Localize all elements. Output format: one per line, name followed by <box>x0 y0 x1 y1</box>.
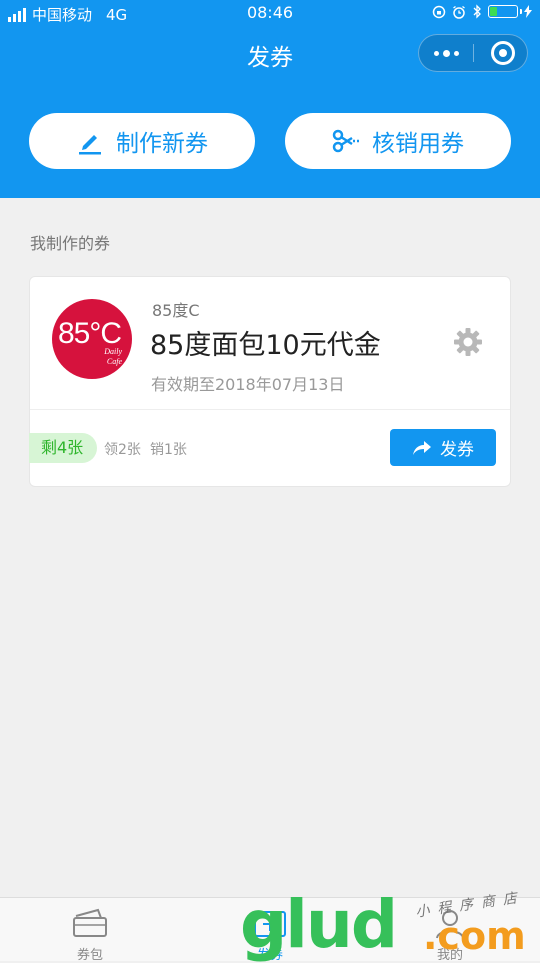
create-coupon-button[interactable]: 制作新券 <box>29 113 255 169</box>
status-bar: 中国移动 4G 08:46 <box>0 0 540 28</box>
capsule-divider <box>473 44 474 62</box>
scissors-icon <box>332 129 359 153</box>
charging-icon <box>524 5 532 18</box>
pencil-icon <box>79 135 101 155</box>
claimed-count: 领2张 <box>104 442 141 458</box>
verify-coupon-label: 核销用券 <box>372 131 464 157</box>
logo-subtext-daily: Daily <box>104 347 122 356</box>
gear-icon[interactable] <box>453 327 483 357</box>
tab-label: 我的 <box>436 948 463 963</box>
logo-subtext-cafe: Cafe <box>106 357 122 366</box>
logo-text: 85°C <box>58 317 122 350</box>
more-menu-icon[interactable] <box>419 35 473 71</box>
redeemed-count: 销1张 <box>150 442 187 458</box>
bluetooth-icon <box>473 4 481 19</box>
validity-date: 有效期至2018年07月13日 <box>151 375 345 394</box>
battery-icon <box>488 5 522 18</box>
tab-bar: 券包 发券 我的 <box>0 897 540 963</box>
issue-coupon-button[interactable]: 发券 <box>390 429 496 466</box>
coupon-title: 85度面包10元代金 <box>150 330 381 361</box>
tab-issue[interactable]: 发券 <box>180 898 360 963</box>
alarm-icon <box>453 5 465 19</box>
user-icon <box>436 910 464 939</box>
close-mini-program-icon[interactable] <box>491 41 515 65</box>
share-arrow-icon <box>413 440 431 455</box>
create-coupon-label: 制作新券 <box>116 131 208 157</box>
section-title: 我制作的券 <box>30 234 111 253</box>
header: 中国移动 4G 08:46 发券 制作新券 核销用券 <box>0 0 540 198</box>
tab-mine[interactable]: 我的 <box>360 898 540 963</box>
coupon-card[interactable]: 85°C Daily Cafe 85度C 85度面包10元代金 有效期至2018… <box>29 276 511 487</box>
verify-coupon-button[interactable]: 核销用券 <box>285 113 511 169</box>
card-divider <box>30 409 510 410</box>
remaining-badge: 剩4张 <box>29 433 98 463</box>
merchant-name: 85度C <box>152 301 200 320</box>
issue-tab-icon <box>254 911 286 937</box>
rotation-lock-icon <box>432 5 446 18</box>
tab-label: 券包 <box>76 948 103 963</box>
brand-logo: 85°C Daily Cafe <box>52 299 132 379</box>
mini-program-capsule <box>418 34 528 72</box>
tab-label: 发券 <box>256 948 283 963</box>
wallet-icon <box>73 908 107 937</box>
issue-coupon-label: 发券 <box>440 440 474 460</box>
tab-coupon-wallet[interactable]: 券包 <box>0 898 180 963</box>
